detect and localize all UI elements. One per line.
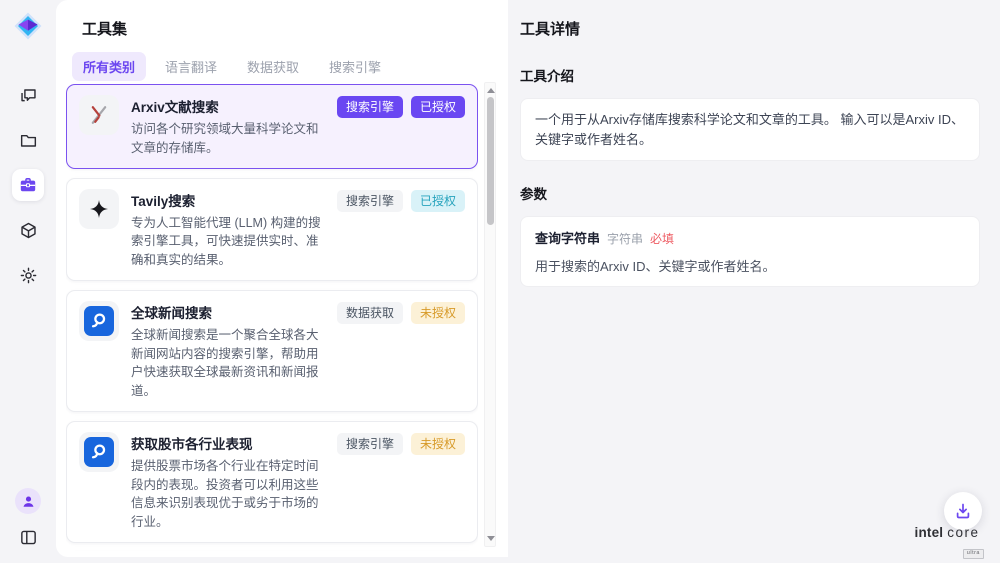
category-badge: 数据获取	[337, 302, 403, 324]
scrollbar-thumb[interactable]	[487, 97, 494, 225]
layout-columns-icon	[19, 528, 38, 547]
sidebar-item-chat[interactable]	[12, 79, 44, 111]
tool-card[interactable]: 全球新闻搜索全球新闻搜索是一个聚合全球各大新闻网站内容的搜索引擎，帮助用户快速获…	[66, 290, 478, 412]
category-badge: 搜索引擎	[337, 433, 403, 455]
parameter-item: 查询字符串字符串必填用于搜索的Arxiv ID、关键字或作者姓名。	[535, 228, 965, 275]
tool-badges: 搜索引擎已授权	[337, 95, 465, 158]
intro-heading: 工具介绍	[520, 65, 980, 85]
tool-badges: 搜索引擎未授权	[337, 432, 465, 532]
parameter-description: 用于搜索的Arxiv ID、关键字或作者姓名。	[535, 256, 965, 275]
tool-list: Arxiv文献搜索访问各个研究领域大量科学论文和文章的存储库。搜索引擎已授权Ta…	[66, 84, 478, 551]
tool-card[interactable]: 获取股市各行业表现提供股票市场各个行业在特定时间段内的表现。投资者可以利用这些信…	[66, 421, 478, 543]
tab-category-0[interactable]: 所有类别	[72, 52, 146, 81]
category-badge: 搜索引擎	[337, 190, 403, 212]
intel-core-ultra-logo: intel core ultra	[904, 525, 990, 559]
brand-core: core	[947, 525, 979, 540]
tool-list-panel: 工具集 所有类别语言翻译数据获取搜索引擎 Arxiv文献搜索访问各个研究领域大量…	[56, 0, 508, 557]
tool-card-body: 全球新闻搜索全球新闻搜索是一个聚合全球各大新闻网站内容的搜索引擎，帮助用户快速获…	[131, 301, 325, 401]
tool-name: Tavily搜索	[131, 190, 325, 210]
auth-status-badge: 未授权	[411, 302, 465, 324]
tool-card[interactable]: Tavily搜索专为人工智能代理 (LLM) 构建的搜索引擎工具，可快速提供实时…	[66, 178, 478, 281]
scroll-up-arrow-icon[interactable]	[487, 88, 495, 93]
tool-description: 访问各个研究领域大量科学论文和文章的存储库。	[131, 120, 325, 158]
gear-icon	[19, 266, 38, 285]
tab-category-1[interactable]: 语言翻译	[154, 52, 228, 81]
sidebar-nav	[12, 79, 44, 291]
tool-card-body: Arxiv文献搜索访问各个研究领域大量科学论文和文章的存储库。	[131, 95, 325, 158]
sidebar-item-cube[interactable]	[12, 214, 44, 246]
auth-status-badge: 已授权	[411, 190, 465, 212]
tool-card-body: Tavily搜索专为人工智能代理 (LLM) 构建的搜索引擎工具，可快速提供实时…	[131, 189, 325, 270]
details-title: 工具详情	[520, 18, 980, 39]
brand-intel: intel	[915, 525, 944, 540]
tool-list-title: 工具集	[56, 0, 508, 39]
parameter-name: 查询字符串	[535, 231, 600, 246]
q-news-icon	[79, 432, 119, 472]
parameters-card: 查询字符串字符串必填用于搜索的Arxiv ID、关键字或作者姓名。	[520, 216, 980, 287]
tool-badges: 数据获取未授权	[337, 301, 465, 401]
parameter-header: 查询字符串字符串必填	[535, 228, 965, 248]
tool-name: Arxiv文献搜索	[131, 96, 325, 116]
sidebar-item-layout-columns[interactable]	[12, 521, 44, 553]
category-badge: 搜索引擎	[337, 96, 403, 118]
sidebar	[0, 0, 56, 563]
tab-category-2[interactable]: 数据获取	[236, 52, 310, 81]
params-heading: 参数	[520, 183, 980, 203]
tool-name: 获取股市各行业表现	[131, 433, 325, 453]
tab-category-3[interactable]: 搜索引擎	[318, 52, 392, 81]
chat-icon	[19, 86, 38, 105]
tool-description: 专为人工智能代理 (LLM) 构建的搜索引擎工具，可快速提供实时、准确和真实的结…	[131, 214, 325, 270]
list-scrollbar[interactable]	[484, 82, 496, 547]
tool-description: 提供股票市场各个行业在特定时间段内的表现。投资者可以利用这些信息来识别表现优于或…	[131, 457, 325, 532]
tool-intro-text: 一个用于从Arxiv存储库搜索科学论文和文章的工具。 输入可以是Arxiv ID…	[520, 98, 980, 161]
tool-details-panel: 工具详情 工具介绍 一个用于从Arxiv存储库搜索科学论文和文章的工具。 输入可…	[508, 0, 1000, 563]
sidebar-bottom	[0, 488, 56, 553]
app-logo gem-logo-icon[interactable]	[13, 11, 43, 41]
user-avatar-icon	[21, 494, 36, 509]
sidebar-item-toolbox[interactable]	[12, 169, 44, 201]
user-avatar[interactable]	[15, 488, 41, 514]
tool-card-body: 获取股市各行业表现提供股票市场各个行业在特定时间段内的表现。投资者可以利用这些信…	[131, 432, 325, 532]
download-icon	[953, 501, 973, 521]
parameter-type: 字符串	[607, 232, 643, 246]
toolbox-icon	[18, 175, 38, 195]
auth-status-badge: 未授权	[411, 433, 465, 455]
tool-badges: 搜索引擎已授权	[337, 189, 465, 270]
parameter-required-label: 必填	[650, 232, 674, 246]
sidebar-item-folder[interactable]	[12, 124, 44, 156]
cube-icon	[19, 221, 38, 240]
tool-card[interactable]: Arxiv文献搜索访问各个研究领域大量科学论文和文章的存储库。搜索引擎已授权	[66, 84, 478, 169]
folder-icon	[19, 131, 38, 150]
brand-ultra-badge: ultra	[963, 549, 984, 559]
tavily-star-icon	[79, 189, 119, 229]
q-news-icon	[79, 301, 119, 341]
auth-status-badge: 已授权	[411, 96, 465, 118]
scroll-down-arrow-icon[interactable]	[487, 536, 495, 541]
sidebar-item-gear[interactable]	[12, 259, 44, 291]
tool-name: 全球新闻搜索	[131, 302, 325, 322]
arxiv-icon	[79, 95, 119, 135]
tool-description: 全球新闻搜索是一个聚合全球各大新闻网站内容的搜索引擎，帮助用户快速获取全球最新资…	[131, 326, 325, 401]
